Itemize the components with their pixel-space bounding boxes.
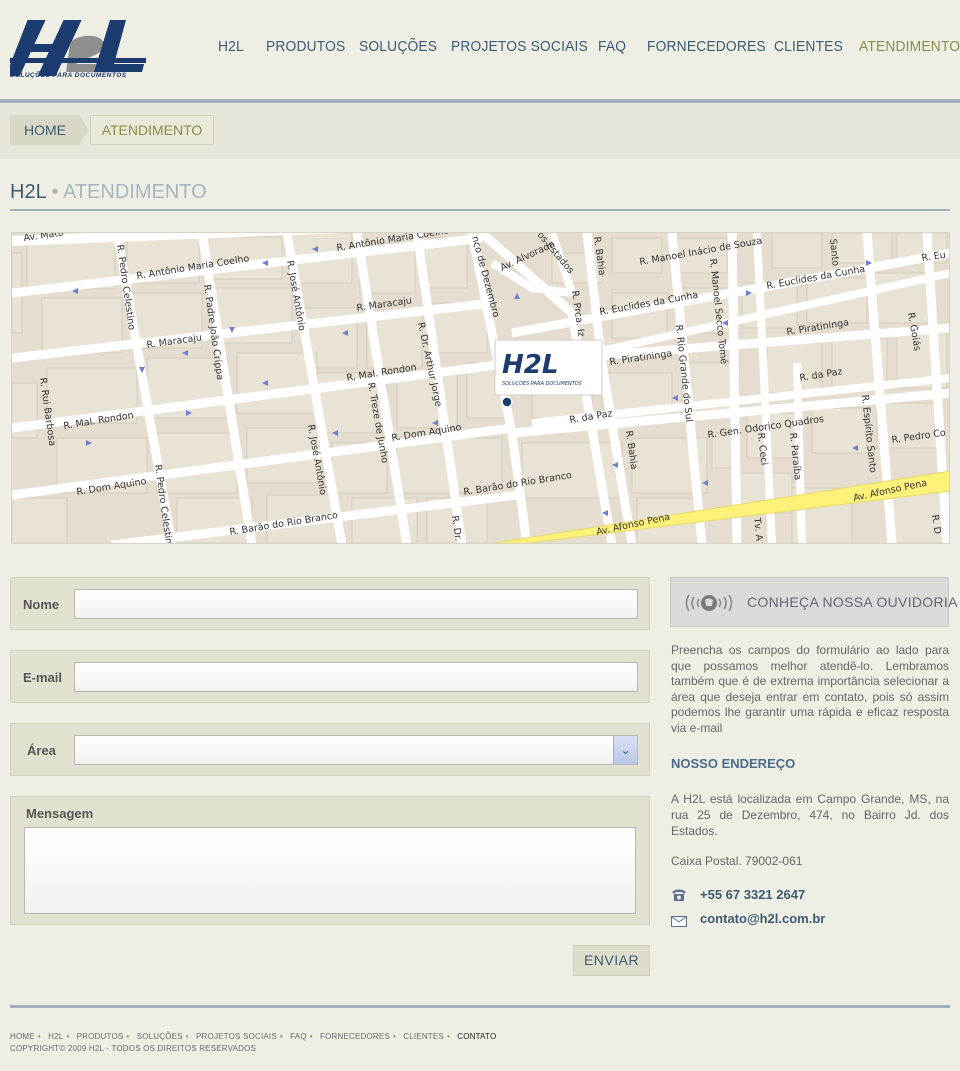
nav-item-produtos[interactable]: PRODUTOS (266, 38, 345, 55)
nav-item-h2l[interactable]: H2L (218, 38, 244, 55)
footer-link-projetos-sociais[interactable]: PROJETOS SOCIAIS (196, 1032, 277, 1041)
location-map[interactable]: Av. Mato R. Antônio Maria Coelho R. Antô… (11, 232, 950, 544)
footer-separator: • (279, 1032, 283, 1041)
page-title: H2L • ATENDIMENTO (10, 181, 207, 207)
logo-tagline: SOLUÇÕES PARA DOCUMENTOS (10, 72, 127, 79)
nav-item-solucoes[interactable]: SOLUÇÕES (359, 38, 437, 55)
email-label: E-mail (23, 670, 63, 685)
contact-intro-text: Preencha os campos do formulário ao lado… (671, 643, 949, 735)
map-marker-tagline: SOLUÇÕES PARA DOCUMENTOS (502, 380, 583, 387)
phone-number[interactable]: +55 67 3321 2647 (700, 887, 805, 902)
phone-icon (671, 888, 687, 907)
footer-link-contato[interactable]: CONTATO (457, 1032, 496, 1041)
area-field-group: Área ⌄ (10, 723, 650, 776)
ouvidoria-icon (683, 590, 735, 621)
map-marker-logo: H2L (502, 350, 558, 380)
nav-item-fornecedores[interactable]: FORNECEDORES (647, 38, 766, 55)
area-label: Área (27, 743, 56, 758)
footer-divider (10, 1005, 950, 1008)
footer-link-produtos[interactable]: PRODUTOS (77, 1032, 124, 1041)
page-title-main: H2L (10, 181, 46, 203)
copyright-text: COPYRIGHT© 2009 H2L - TODOS OS DIREITOS … (10, 1044, 257, 1053)
footer-link-h2l[interactable]: H2L (48, 1032, 63, 1041)
ouvidoria-label: CONHEÇA NOSSA OUVIDORIA (747, 594, 958, 610)
footer-separator: • (446, 1032, 450, 1041)
breadcrumb-home[interactable]: HOME (10, 115, 80, 145)
breadcrumb-arrow (79, 115, 89, 145)
address-heading: NOSSO ENDEREÇO (671, 756, 796, 771)
footer-separator: • (185, 1032, 189, 1041)
nav-item-clientes[interactable]: CLIENTES (774, 38, 843, 55)
chevron-down-icon[interactable]: ⌄ (613, 736, 637, 764)
footer-link-home[interactable]: HOME (10, 1032, 35, 1041)
enviar-button[interactable]: ENVIAR (573, 945, 650, 976)
footer-separator: • (309, 1032, 313, 1041)
email-link[interactable]: contato@h2l.com.br (700, 911, 825, 926)
footer-link-clientes[interactable]: CLIENTES (403, 1032, 444, 1041)
nome-label: Nome (23, 597, 60, 612)
footer-nav: HOME • H2L • PRODUTOS • SOLUÇÕES • PROJETOS … (10, 1026, 496, 1041)
footer-link-fornecedores[interactable]: FORNECEDORES (320, 1032, 390, 1041)
page-title-separator: • (51, 181, 59, 203)
address-text: A H2L está localizada em Campo Grande, M… (671, 792, 949, 838)
nav-item-atendimento[interactable]: ATENDIMENTO (859, 38, 960, 55)
nome-field-group: Nome (10, 577, 650, 630)
footer-link-solucoes[interactable]: SOLUÇÕES (137, 1032, 183, 1041)
nome-input[interactable] (74, 589, 638, 619)
nav-item-faq[interactable]: FAQ (598, 38, 626, 55)
email-field-group: E-mail (10, 650, 650, 703)
footer-separator: • (66, 1032, 70, 1041)
breadcrumb-current: ATENDIMENTO (90, 115, 214, 145)
email-input[interactable] (74, 662, 638, 692)
mensagem-textarea[interactable] (24, 827, 636, 914)
main-nav: H2L PRODUTOS SOLUÇÕES PROJETOS SOCIAIS F… (0, 38, 960, 62)
footer-separator: • (37, 1032, 41, 1041)
po-box-text: Caixa Postal. 79002-061 (671, 854, 803, 868)
ouvidoria-button[interactable]: CONHEÇA NOSSA OUVIDORIA (670, 577, 957, 627)
title-divider (10, 209, 950, 211)
page-title-sub: ATENDIMENTO (62, 181, 207, 203)
footer-separator: • (126, 1032, 130, 1041)
mensagem-label: Mensagem (26, 806, 94, 821)
envelope-icon (671, 914, 687, 932)
nav-item-projetos-sociais[interactable]: PROJETOS SOCIAIS (451, 38, 588, 55)
footer-link-faq[interactable]: FAQ (290, 1032, 307, 1041)
footer-separator: • (392, 1032, 396, 1041)
breadcrumb: HOME ATENDIMENTO (0, 103, 960, 159)
mensagem-field-group: Mensagem (10, 796, 650, 925)
area-select[interactable]: ⌄ (74, 735, 638, 765)
